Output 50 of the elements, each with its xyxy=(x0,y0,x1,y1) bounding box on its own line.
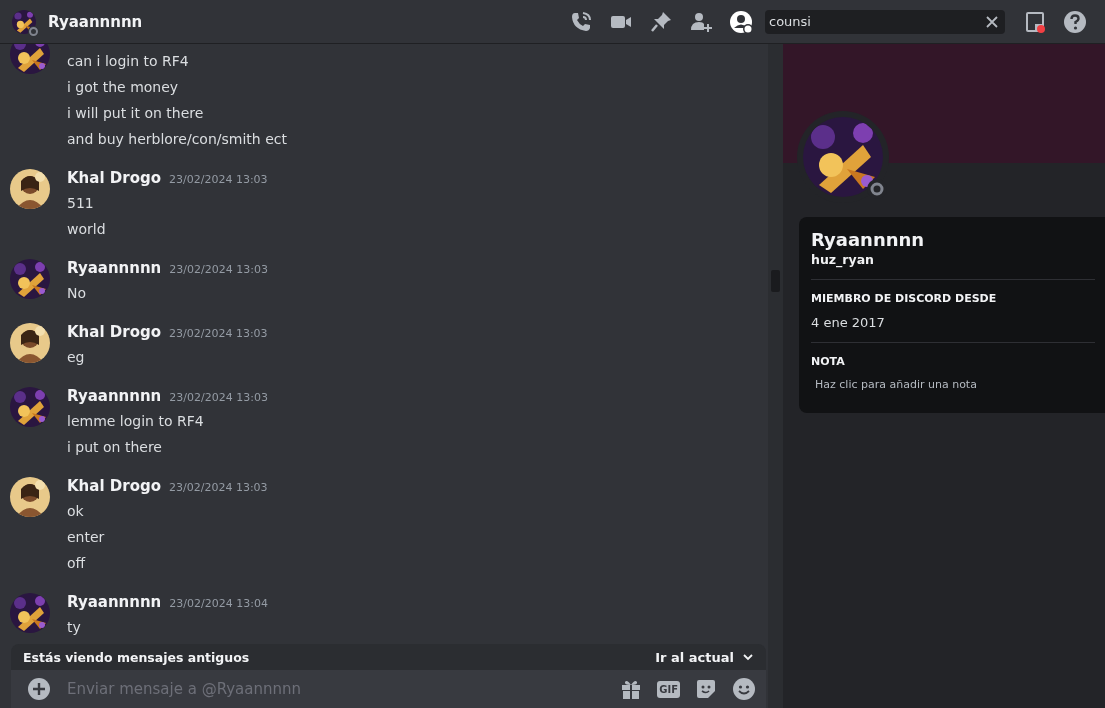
note-field[interactable]: Haz clic para añadir una nota xyxy=(811,378,1095,391)
help-icon[interactable] xyxy=(1063,9,1087,34)
section-title: MIEMBRO DE DISCORD DESDE xyxy=(811,292,998,305)
close-icon[interactable] xyxy=(985,14,999,29)
chevron-down-icon[interactable] xyxy=(742,651,754,663)
message-text: lemme login to RF4 xyxy=(67,412,205,431)
old-messages-notice: Estás viendo mensajes antiguos xyxy=(23,649,250,665)
author-name[interactable]: Ryaannnnn xyxy=(67,593,162,611)
message-text: ty xyxy=(67,618,82,637)
message-text: i put on there xyxy=(67,438,163,457)
timestamp: 23/02/2024 13:03 xyxy=(169,327,268,340)
channel-title: Ryaannnnn xyxy=(48,12,144,31)
timestamp: 23/02/2024 13:03 xyxy=(169,391,268,404)
message-text: eg xyxy=(67,348,86,367)
author-name[interactable]: Khal Drogo xyxy=(67,169,161,187)
timestamp: 23/02/2024 13:03 xyxy=(169,173,268,186)
timestamp: 23/02/2024 13:03 xyxy=(169,481,268,494)
message-text: enter xyxy=(67,528,106,547)
timestamp: 23/02/2024 13:04 xyxy=(169,597,268,610)
message-text: off xyxy=(67,554,87,573)
author-name[interactable]: Ryaannnnn xyxy=(67,259,162,277)
username: huz_ryan xyxy=(811,252,875,267)
timestamp: 23/02/2024 13:03 xyxy=(169,263,268,276)
message-text: i got the money xyxy=(67,78,180,97)
status-icon xyxy=(28,25,39,37)
message-text: i will put it on there xyxy=(67,104,205,123)
display-name: Ryaannnnn xyxy=(811,229,926,250)
section-title: NOTA xyxy=(811,355,846,368)
author-name[interactable]: Ryaannnnn xyxy=(67,387,162,405)
sticker-icon[interactable] xyxy=(694,677,718,701)
message-text: world xyxy=(67,220,107,239)
message-field[interactable]: Enviar mensaje a @Ryaannnnn GIF xyxy=(11,670,766,708)
member-since-date: 4 ene 2017 xyxy=(811,315,886,330)
message-text: 511 xyxy=(67,194,95,213)
message-text: and buy herblore/con/smith ect xyxy=(67,130,287,149)
pin-icon[interactable] xyxy=(649,9,673,34)
message-text: ok xyxy=(67,502,85,521)
author-name[interactable]: Khal Drogo xyxy=(67,323,161,341)
user-profile-icon[interactable] xyxy=(729,9,753,34)
message-text: No xyxy=(67,284,88,303)
phone-icon[interactable] xyxy=(569,9,593,34)
author-name[interactable]: Khal Drogo xyxy=(67,477,161,495)
gif-button[interactable]: GIF xyxy=(657,680,680,698)
add-icon[interactable] xyxy=(27,677,51,701)
scrollbar[interactable] xyxy=(768,44,783,708)
inbox-icon[interactable] xyxy=(1023,9,1047,34)
search-field[interactable]: counsi xyxy=(765,9,1005,34)
jump-to-present-button[interactable]: Ir al actual xyxy=(655,649,754,665)
emoji-icon[interactable] xyxy=(732,677,756,701)
message-text: can i login to RF4 xyxy=(67,52,190,71)
